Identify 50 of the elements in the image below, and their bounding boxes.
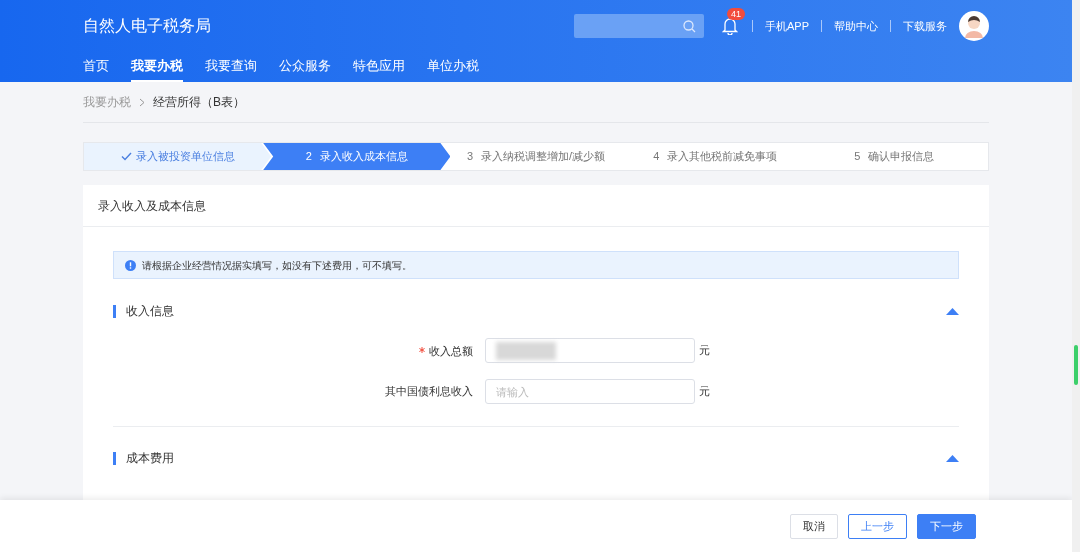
- collapse-toggle[interactable]: [945, 306, 959, 316]
- redacted-value: [496, 341, 556, 360]
- header-link[interactable]: 手机APP: [765, 17, 809, 35]
- nav-tab[interactable]: 公众服务: [279, 52, 331, 82]
- breadcrumb-link[interactable]: 我要办税: [83, 93, 131, 111]
- notification-badge: 41: [727, 8, 745, 20]
- step-label: 录入纳税调整增加/减少额: [481, 149, 606, 165]
- info-icon: [125, 259, 136, 271]
- avatar-icon: [962, 14, 986, 38]
- nav-tab[interactable]: 首页: [83, 52, 109, 82]
- caret-up-icon: [945, 307, 959, 315]
- header-link[interactable]: 下载服务: [903, 17, 947, 35]
- section-title: 成本费用: [126, 450, 174, 467]
- footer-button[interactable]: 取消: [790, 513, 838, 539]
- nav-tab[interactable]: 单位办税: [427, 52, 479, 82]
- header-link[interactable]: 帮助中心: [834, 17, 878, 35]
- step-number: 5: [854, 149, 861, 165]
- step-number: 4: [653, 149, 660, 165]
- collapse-toggle[interactable]: [945, 453, 959, 463]
- nav-tab[interactable]: 特色应用: [353, 52, 405, 82]
- input-field[interactable]: 请输入: [485, 379, 695, 404]
- check-icon: [120, 152, 132, 161]
- input-field[interactable]: [485, 338, 695, 363]
- nav-tab[interactable]: 我要查询: [205, 52, 257, 82]
- step-label: 录入收入成本信息: [319, 149, 408, 165]
- footer-button[interactable]: 上一步: [848, 513, 907, 539]
- scrollbar[interactable]: [1072, 0, 1080, 552]
- step-number: 3: [466, 149, 474, 165]
- unit-label: 元: [699, 343, 710, 359]
- chevron-right-icon: [139, 97, 145, 107]
- search-icon: [683, 19, 696, 33]
- avatar[interactable]: [959, 11, 989, 41]
- step-label: 录入其他税前减免事项: [667, 149, 778, 165]
- card-title: 录入收入及成本信息: [98, 197, 206, 215]
- nav-tab[interactable]: 我要办税: [131, 52, 183, 82]
- site-title: 自然人电子税务局: [83, 16, 211, 36]
- field-label: 收入总额: [419, 343, 473, 360]
- step-label: 录入被投资单位信息: [135, 149, 235, 165]
- step-label: 确认申报信息: [868, 149, 935, 165]
- caret-up-icon: [945, 454, 959, 462]
- field-label: 其中国债利息收入: [385, 384, 473, 400]
- step-number: 2: [305, 149, 312, 165]
- section-title: 收入信息: [126, 303, 174, 320]
- notice-text: 请根据企业经营情况据实填写，如没有下述费用，可不填写。: [142, 258, 412, 273]
- search-field[interactable]: [574, 14, 704, 38]
- footer-button[interactable]: 下一步: [917, 513, 976, 539]
- bell-icon[interactable]: [722, 17, 738, 35]
- unit-label: 元: [699, 384, 710, 400]
- breadcrumb-current: 经营所得（B表）: [153, 94, 245, 111]
- required-icon: [419, 347, 425, 354]
